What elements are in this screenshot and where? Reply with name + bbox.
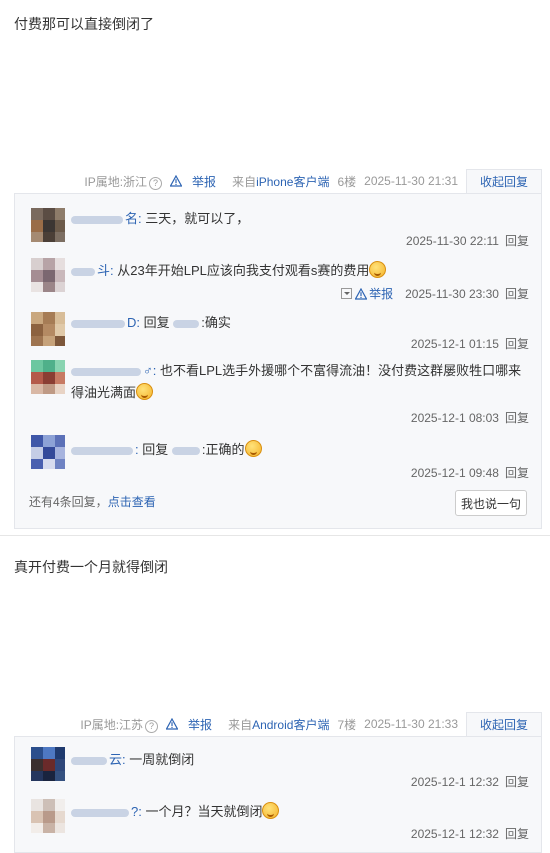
floor-number: 7楼 bbox=[337, 717, 357, 732]
ip-location: IP属地:浙江? bbox=[76, 173, 163, 190]
reply-username[interactable]: ?: bbox=[71, 804, 142, 819]
client-source: 来自iPhone客户端 bbox=[232, 174, 330, 189]
reply-button[interactable]: 回复 bbox=[505, 232, 529, 249]
report-link[interactable]: 举报 bbox=[369, 285, 393, 302]
floor-divider bbox=[0, 535, 550, 536]
reply-username[interactable]: : bbox=[71, 442, 139, 457]
collapse-replies-button[interactable]: 收起回复 bbox=[466, 711, 542, 737]
dropdown-icon[interactable] bbox=[341, 288, 353, 299]
reply-time: 2025-11-30 23:30 bbox=[405, 286, 499, 301]
reply-content: 斗: 从23年开始LPL应该向我支付观看s赛的费用 bbox=[71, 260, 527, 282]
reply-content: : 回复 :正确的 bbox=[71, 439, 527, 461]
reply-button[interactable]: 回复 bbox=[505, 335, 529, 352]
question-circle-icon[interactable]: ? bbox=[149, 176, 163, 190]
reply-target-username[interactable] bbox=[171, 442, 202, 457]
warning-triangle-icon bbox=[355, 287, 368, 300]
reply-button[interactable]: 回复 bbox=[505, 409, 529, 426]
smiley-emoji-icon bbox=[262, 802, 280, 819]
avatar[interactable] bbox=[31, 747, 65, 781]
smiley-emoji-icon bbox=[369, 261, 387, 278]
client-source: 来自Android客户端 bbox=[228, 717, 330, 732]
smiley-emoji-icon bbox=[136, 383, 154, 400]
reply-meta: 2025-12-1 08:03 回复 bbox=[411, 409, 529, 426]
reply-username[interactable]: 名: bbox=[71, 211, 142, 226]
reply-meta: 2025-12-1 01:15 回复 bbox=[411, 335, 529, 352]
post-floor-6: 付费那可以直接倒闭了 bbox=[0, 0, 550, 34]
warning-triangle-icon bbox=[170, 175, 183, 187]
reply-compose-button[interactable]: 我也说一句 bbox=[455, 490, 527, 516]
smiley-emoji-icon bbox=[244, 440, 262, 457]
reply-button[interactable]: 回复 bbox=[505, 773, 529, 790]
avatar[interactable] bbox=[31, 360, 65, 394]
reply-button[interactable]: 回复 bbox=[505, 285, 529, 302]
reply-meta: 举报 2025-11-30 23:30 回复 bbox=[341, 285, 529, 302]
avatar[interactable] bbox=[31, 258, 65, 292]
reply-target-username[interactable] bbox=[173, 315, 201, 330]
question-circle-icon[interactable]: ? bbox=[145, 719, 159, 733]
reply-time: 2025-12-1 01:15 bbox=[410, 336, 499, 351]
view-more-link[interactable]: 点击查看 bbox=[108, 495, 156, 509]
reply-content: ?: 一个月？当天就倒闭 bbox=[71, 801, 527, 823]
report-link[interactable]: 举报 bbox=[170, 173, 216, 190]
floor-number: 6楼 bbox=[337, 174, 357, 189]
reply-time: 2025-12-1 09:48 bbox=[410, 465, 499, 480]
reply-meta: 2025-12-1 09:48 回复 bbox=[411, 464, 529, 481]
reply-content: ♂: 也不看LPL选手外援哪个不富得流油！没付费这群屡败牲口哪来得油光满面 bbox=[71, 363, 522, 400]
reply-content: 云: 一周就倒闭 bbox=[71, 749, 527, 771]
reply-meta: 2025-11-30 22:11 回复 bbox=[406, 232, 529, 249]
reply-username[interactable]: 云: bbox=[71, 752, 126, 767]
post-floor-7: 真开付费一个月就得倒闭 bbox=[0, 543, 550, 577]
reply-username[interactable]: ♂: bbox=[71, 363, 156, 378]
reply-button[interactable]: 回复 bbox=[505, 825, 529, 842]
client-link[interactable]: Android客户端 bbox=[252, 718, 329, 732]
post-time: 2025-11-30 21:31 bbox=[364, 174, 458, 188]
reply-button[interactable]: 回复 bbox=[505, 464, 529, 481]
avatar[interactable] bbox=[31, 435, 65, 469]
reply-time: 2025-12-1 12:32 bbox=[410, 774, 499, 789]
reply-username[interactable]: D: bbox=[71, 315, 140, 330]
ip-location: IP属地:江苏? bbox=[72, 716, 159, 733]
reply-meta: 2025-12-1 12:32 回复 bbox=[411, 773, 529, 790]
reply-time: 2025-11-30 22:11 bbox=[406, 233, 499, 248]
reply-time: 2025-12-1 08:03 bbox=[410, 410, 499, 425]
avatar[interactable] bbox=[31, 312, 65, 346]
reply-content: D: 回复 :确实 bbox=[71, 312, 527, 334]
reply-list: 云: 一周就倒闭 2025-12-1 12:32 回复 ?: 一个月？当天就倒闭 … bbox=[14, 736, 542, 853]
collapse-replies-button[interactable]: 收起回复 bbox=[466, 168, 542, 194]
reply-username[interactable]: 斗: bbox=[71, 263, 114, 278]
post-time: 2025-11-30 21:33 bbox=[364, 717, 458, 731]
avatar[interactable] bbox=[31, 799, 65, 833]
warning-triangle-icon bbox=[166, 718, 179, 730]
post-content: 付费那可以直接倒闭了 bbox=[14, 16, 154, 32]
post-meta-bar: IP属地:浙江? 举报 来自iPhone客户端 6楼 2025-11-30 21… bbox=[68, 168, 542, 194]
reply-meta: 2025-12-1 12:32 回复 bbox=[411, 825, 529, 842]
reply-list: 名: 三天，就可以了， 2025-11-30 22:11 回复 斗: 从23年开始… bbox=[14, 193, 542, 529]
avatar[interactable] bbox=[31, 208, 65, 242]
reply-content: 名: 三天，就可以了， bbox=[71, 208, 527, 230]
post-meta-bar: IP属地:江苏? 举报 来自Android客户端 7楼 2025-11-30 2… bbox=[64, 711, 542, 737]
report-link[interactable]: 举报 bbox=[166, 716, 212, 733]
client-link[interactable]: iPhone客户端 bbox=[256, 175, 329, 189]
reply-time: 2025-12-1 12:32 bbox=[410, 826, 499, 841]
more-replies: 还有4条回复，点击查看 bbox=[29, 495, 156, 509]
post-content: 真开付费一个月就得倒闭 bbox=[14, 559, 168, 575]
